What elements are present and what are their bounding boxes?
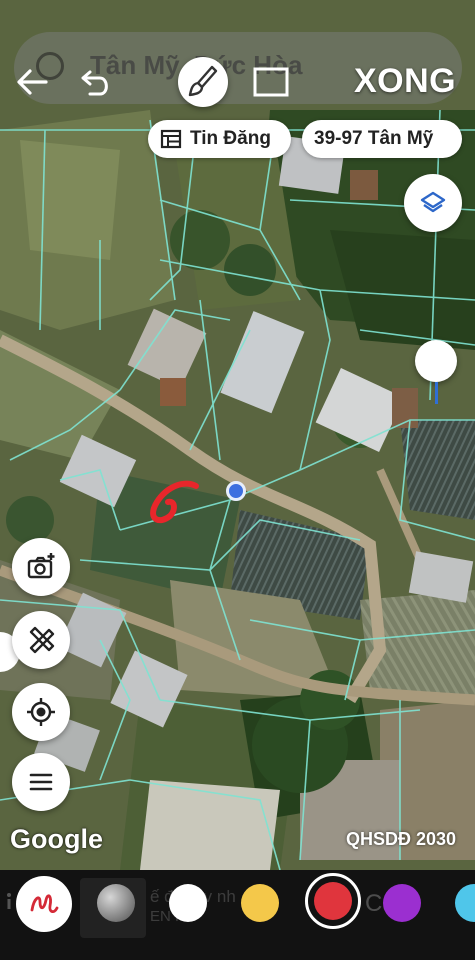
color-swatch-red[interactable] (314, 882, 352, 920)
color-swatch-yellow[interactable] (241, 884, 279, 922)
satellite-map[interactable]: Tân Mỹ, Đức Hòa XONG Tin Đăng 39-97 Tân … (0, 0, 475, 870)
color-swatch-white[interactable] (169, 884, 207, 922)
squiggle-pen-icon (30, 894, 59, 913)
address-chip-label: 39-97 Tân Mỹ (314, 128, 434, 149)
layers-button[interactable] (404, 174, 462, 232)
listing-chip[interactable]: Tin Đăng (148, 120, 291, 158)
pen-style-button[interactable] (16, 876, 72, 932)
undo-icon[interactable] (78, 64, 114, 100)
address-chip[interactable]: 39-97 Tân Mỹ (302, 120, 462, 158)
add-photo-button[interactable] (12, 538, 70, 596)
brush-tool-button[interactable] (178, 57, 228, 107)
layers-icon (420, 191, 446, 213)
menu-icon (29, 773, 53, 791)
opacity-slider-knob[interactable] (415, 340, 457, 382)
add-camera-icon (27, 553, 55, 579)
measure-tools-button[interactable] (12, 611, 70, 669)
table-icon (160, 129, 182, 149)
crosshair-icon (27, 698, 55, 726)
listing-chip-label: Tin Đăng (190, 128, 271, 149)
my-location-button[interactable] (12, 683, 70, 741)
menu-button[interactable] (12, 753, 70, 811)
color-swatch-cyan[interactable] (455, 884, 475, 922)
info-icon (7, 893, 11, 909)
brush-icon (188, 65, 218, 97)
ruler-pencil-icon (29, 626, 55, 654)
back-arrow-icon[interactable] (14, 64, 50, 100)
rectangle-icon[interactable] (252, 66, 290, 98)
opacity-slider-track[interactable] (435, 382, 438, 404)
color-swatch-purple[interactable] (383, 884, 421, 922)
color-palette-bar: ế đơ n v nh EN PR Câ T (0, 870, 475, 960)
done-button[interactable]: XONG (354, 62, 456, 101)
google-logo: Google (10, 824, 103, 854)
land-plan-label: QHSDĐ 2030 (346, 829, 457, 849)
color-swatch-gray[interactable] (97, 884, 135, 922)
current-location-dot (226, 481, 246, 501)
